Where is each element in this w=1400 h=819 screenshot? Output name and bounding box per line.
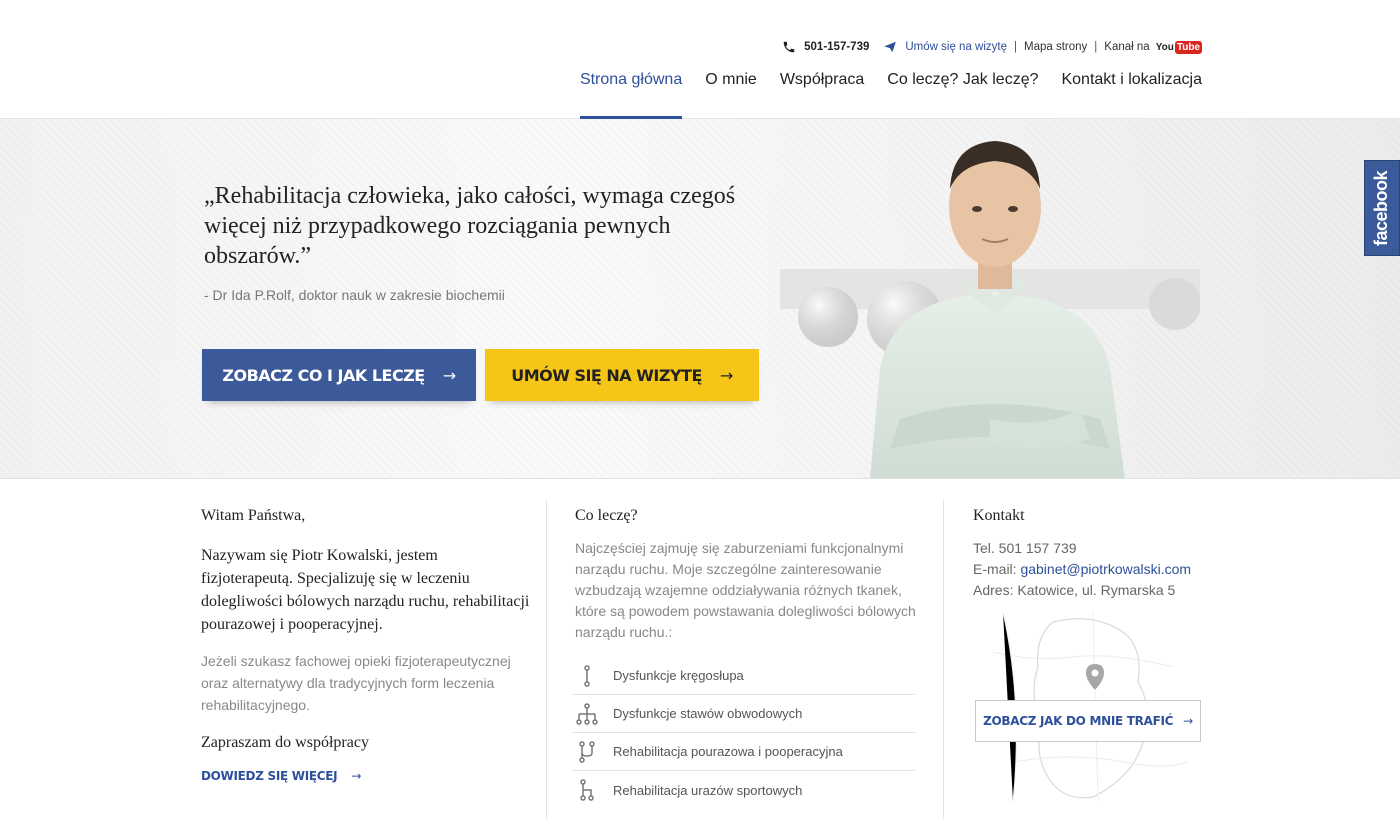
list-item-label: Dysfunkcje stawów obwodowych: [613, 706, 803, 721]
channel-label: Kanał na: [1104, 41, 1150, 53]
contact-details: Tel. 501 157 739 E-mail: gabinet@piotrko…: [973, 538, 1213, 601]
list-item[interactable]: Dysfunkcje kręgosłupa: [572, 657, 915, 695]
phone-number: 501-157-739: [804, 41, 870, 53]
directions-button[interactable]: ZOBACZ JAK DO MNIE TRAFIĆ →: [975, 700, 1201, 742]
invite-text: Zapraszam do współpracy: [201, 734, 369, 751]
nav-item-cooperation[interactable]: Współpraca: [780, 70, 864, 119]
main-nav: Strona główna O mnie Współpraca Co leczę…: [557, 70, 1202, 119]
youtube-link[interactable]: You Tube: [1155, 40, 1202, 54]
spine-icon: [584, 664, 590, 687]
contact-title: Kontakt: [973, 507, 1025, 524]
youtube-logo-you: You: [1155, 41, 1174, 53]
arrow-right-icon: →: [719, 365, 733, 385]
treatment-column: Co leczę? Najczęściej zajmuję się zaburz…: [572, 480, 920, 809]
nav-item-about[interactable]: O mnie: [705, 70, 757, 119]
send-icon: [884, 41, 897, 53]
hero-quote: „Rehabilitacja człowieka, jako całości, …: [204, 183, 736, 269]
nav-item-home[interactable]: Strona główna: [579, 70, 683, 119]
youtube-logo-tube: Tube: [1174, 40, 1202, 54]
sitemap-link[interactable]: Mapa strony: [1024, 41, 1087, 53]
site-header: 501-157-739 Umów się na wizytę | Mapa st…: [0, 0, 1400, 119]
column-divider: [943, 500, 944, 819]
quote-author: - Dr Ida P.Rolf, doktor nauk w zakresie …: [204, 287, 505, 303]
contact-address: Adres: Katowice, ul. Rymarska 5: [973, 582, 1176, 598]
list-item-label: Dysfunkcje kręgosłupa: [613, 668, 744, 683]
list-item[interactable]: Rehabilitacja pourazowa i pooperacyjna: [572, 733, 915, 771]
facebook-label: facebook: [1371, 170, 1392, 246]
learn-more-link[interactable]: DOWIEDZ SIĘ WIĘCEJ →: [201, 769, 361, 783]
nav-item-treatment[interactable]: Co leczę? Jak leczę?: [887, 70, 1038, 119]
contact-phone: Tel. 501 157 739: [973, 540, 1077, 556]
button-label: ZOBACZ CO I JAK LECZĘ: [222, 365, 425, 385]
joints-icon: [576, 702, 598, 725]
treatment-description: Najczęściej zajmuję się zaburzeniami fun…: [575, 540, 916, 640]
therapist-photo: [780, 141, 1200, 478]
contact-column: Kontakt Tel. 501 157 739 E-mail: gabinet…: [973, 480, 1213, 819]
separator: |: [1094, 41, 1098, 53]
list-item-label: Rehabilitacja urazów sportowych: [613, 782, 803, 798]
contact-email-row: E-mail: gabinet@piotrkowalski.com: [973, 559, 1213, 580]
arrow-right-icon: →: [1183, 714, 1193, 728]
welcome-title: Witam Państwa,: [201, 507, 306, 524]
column-divider: [546, 500, 547, 819]
treatment-list: Dysfunkcje kręgosłupa Dysfunkcje stawów …: [572, 657, 915, 809]
welcome-lead: Nazywam się Piotr Kowalski, jestem fizjo…: [201, 547, 530, 633]
separator: |: [1014, 41, 1017, 53]
email-link[interactable]: gabinet@piotrkowalski.com: [1020, 561, 1191, 577]
top-utility-bar: 501-157-739 Umów się na wizytę | Mapa st…: [782, 40, 1202, 54]
nav-item-contact[interactable]: Kontakt i lokalizacja: [1061, 70, 1202, 119]
map-pin-icon: [1086, 664, 1104, 690]
book-visit-link[interactable]: Umów się na wizytę: [905, 41, 1007, 53]
list-item-label: Rehabilitacja pourazowa i pooperacyjna: [613, 744, 843, 759]
button-label: UMÓW SIĘ NA WIZYTĘ: [511, 365, 702, 385]
book-visit-button[interactable]: UMÓW SIĘ NA WIZYTĘ →: [485, 349, 759, 401]
button-label: ZOBACZ JAK DO MNIE TRAFIĆ: [983, 714, 1174, 728]
link-label: DOWIEDZ SIĘ WIĘCEJ: [201, 769, 338, 783]
arrow-right-icon: →: [442, 365, 456, 385]
list-item[interactable]: Dysfunkcje stawów obwodowych: [572, 695, 915, 733]
see-treatments-button[interactable]: ZOBACZ CO I JAK LECZĘ →: [202, 349, 476, 401]
facebook-tab[interactable]: facebook: [1364, 160, 1400, 256]
welcome-text: Jeżeli szukasz fachowej opieki fizjotera…: [201, 653, 511, 713]
sport-icon: [580, 779, 594, 801]
hero-section: „Rehabilitacja człowieka, jako całości, …: [0, 119, 1400, 479]
phone-icon: [783, 41, 795, 53]
recovery-icon: [579, 740, 595, 763]
list-item[interactable]: Rehabilitacja urazów sportowych: [572, 771, 915, 809]
treatment-title: Co leczę?: [575, 507, 638, 524]
welcome-column: Witam Państwa, Nazywam się Piotr Kowalsk…: [201, 480, 531, 785]
email-label: E-mail:: [973, 561, 1021, 577]
arrow-right-icon: →: [351, 769, 362, 783]
